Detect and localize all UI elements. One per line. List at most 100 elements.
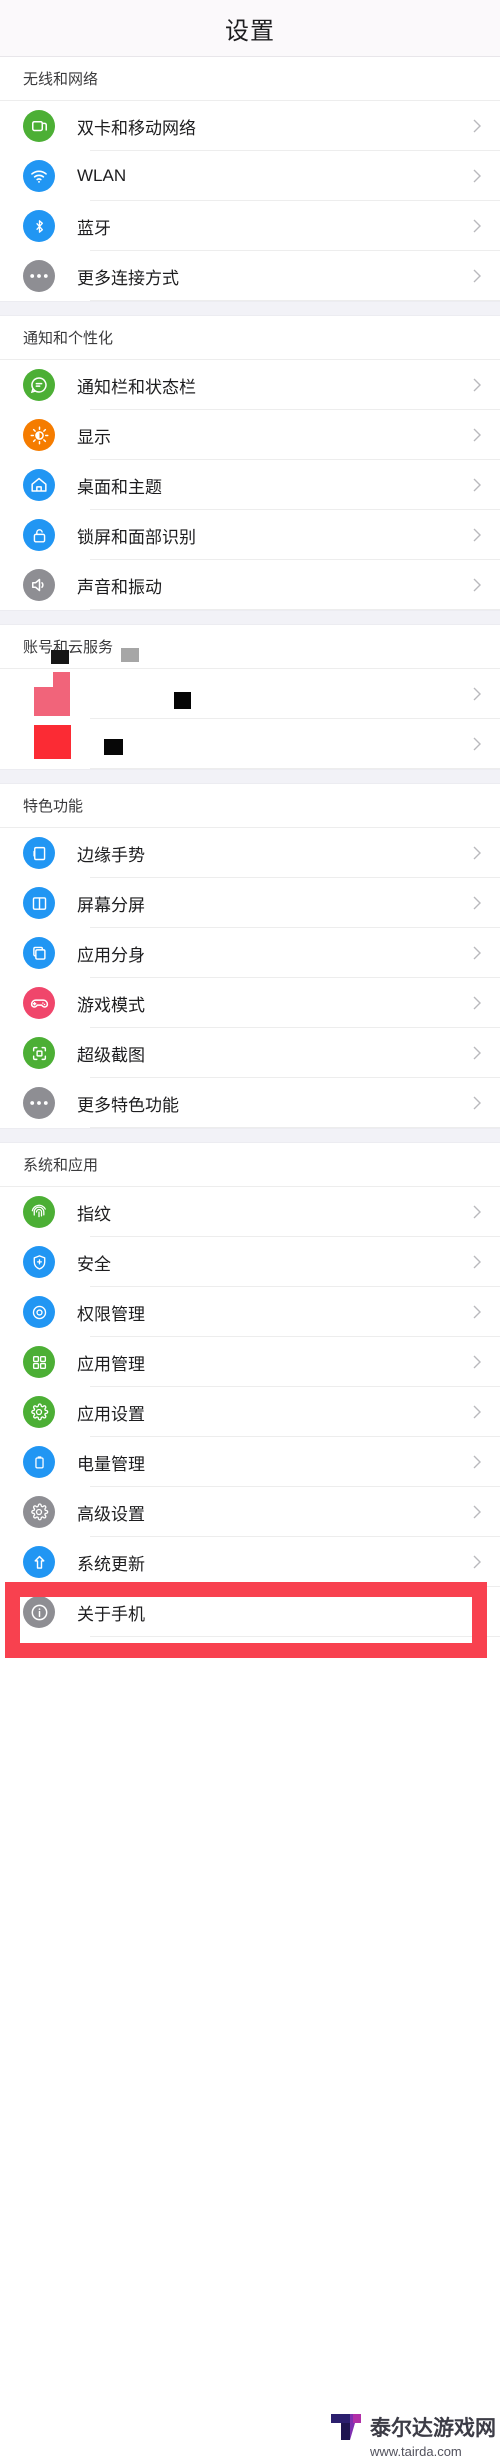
setting-row-more-connections[interactable]: 更多连接方式 [0,251,500,301]
setting-row-display[interactable]: 显示 [0,410,500,460]
setting-label: 更多连接方式 [77,268,179,288]
home-icon [23,469,55,501]
setting-row-corrupted-1[interactable] [0,669,500,719]
page-title: 设置 [225,17,275,45]
chevron-right-icon [472,1454,482,1470]
setting-row-app-management[interactable]: 应用管理 [0,1337,500,1387]
permission-icon [23,1296,55,1328]
chevron-right-icon [472,268,482,284]
chevron-right-icon [472,845,482,861]
corrupted-icon [23,728,55,760]
edge-gesture-icon [23,837,55,869]
setting-row-advanced-settings[interactable]: 高级设置 [0,1487,500,1537]
group-separator [0,301,500,316]
setting-row-bluetooth[interactable]: 蓝牙 [0,201,500,251]
fingerprint-icon [23,1196,55,1228]
gamepad-icon [23,987,55,1019]
group-title: 系统和应用 [23,1157,99,1174]
lock-icon [23,519,55,551]
setting-row-corrupted-2[interactable] [0,719,500,769]
setting-label: 双卡和移动网络 [77,118,196,138]
site-watermark: 泰尔达游戏网 www.tairda.com [329,2411,496,2459]
chevron-right-icon [472,527,482,543]
chevron-right-icon [472,1254,482,1270]
setting-row-more-features[interactable]: 更多特色功能 [0,1078,500,1128]
setting-row-system-update[interactable]: 系统更新 [0,1537,500,1587]
setting-label: 超级截图 [77,1045,145,1065]
setting-label: 屏幕分屏 [77,895,145,915]
setting-label: 显示 [77,427,111,447]
chevron-right-icon [472,945,482,961]
setting-row-dual-sim[interactable]: 双卡和移动网络 [0,101,500,151]
setting-label: 关于手机 [77,1604,145,1624]
brightness-icon [23,419,55,451]
setting-row-about-phone[interactable]: 关于手机 [0,1587,500,1637]
group-separator [0,769,500,784]
group-header-system-apps: 系统和应用 [0,1143,500,1187]
setting-label: 锁屏和面部识别 [77,527,196,547]
setting-row-lockscreen-face[interactable]: 锁屏和面部识别 [0,510,500,560]
battery-icon [23,1446,55,1478]
setting-label: 电量管理 [77,1454,145,1474]
app-clone-icon [23,937,55,969]
setting-label: 高级设置 [77,1504,145,1524]
setting-row-notification-bar[interactable]: 通知栏和状态栏 [0,360,500,410]
group-header-notifications: 通知和个性化 [0,316,500,360]
setting-row-app-settings[interactable]: 应用设置 [0,1387,500,1437]
chevron-right-icon [472,477,482,493]
chevron-right-icon [472,1554,482,1570]
group-header-features: 特色功能 [0,784,500,828]
chevron-right-icon [472,168,482,184]
chevron-right-icon [472,995,482,1011]
chevron-right-icon [472,1304,482,1320]
wifi-icon [23,160,55,192]
tairda-logo-icon [329,2411,363,2443]
setting-row-edge-gesture[interactable]: 边缘手势 [0,828,500,878]
glitch-artifact [0,719,500,769]
setting-row-home-theme[interactable]: 桌面和主题 [0,460,500,510]
chevron-right-icon [472,118,482,134]
setting-row-permissions[interactable]: 权限管理 [0,1287,500,1337]
glitch-artifact [0,669,500,719]
setting-label: 应用分身 [77,945,145,965]
setting-label: 游戏模式 [77,995,145,1015]
setting-label: 应用设置 [77,1404,145,1424]
split-screen-icon [23,887,55,919]
setting-row-super-screenshot[interactable]: 超级截图 [0,1028,500,1078]
speaker-icon [23,569,55,601]
chat-bubble-icon [23,369,55,401]
setting-label: 蓝牙 [77,218,111,238]
chevron-right-icon [472,1404,482,1420]
sim-card-icon [23,110,55,142]
setting-row-wlan[interactable]: WLAN [0,151,500,201]
chevron-right-icon [472,377,482,393]
chevron-right-icon [472,1354,482,1370]
setting-label: 桌面和主题 [77,477,162,497]
title-bar: 设置 [0,0,500,57]
chevron-right-icon [472,427,482,443]
setting-label: 应用管理 [77,1354,145,1374]
chevron-right-icon [472,577,482,593]
setting-row-battery[interactable]: 电量管理 [0,1437,500,1487]
chevron-right-icon [472,1095,482,1111]
setting-row-game-mode[interactable]: 游戏模式 [0,978,500,1028]
chevron-right-icon [472,736,482,752]
chevron-right-icon [472,895,482,911]
screenshot-icon [23,1037,55,1069]
setting-row-security[interactable]: 安全 [0,1237,500,1287]
gear-icon [23,1396,55,1428]
chevron-right-icon [472,1045,482,1061]
setting-row-app-clone[interactable]: 应用分身 [0,928,500,978]
group-title: 通知和个性化 [23,330,114,347]
setting-label: 安全 [77,1254,111,1274]
setting-row-sound-vibration[interactable]: 声音和振动 [0,560,500,610]
apps-grid-icon [23,1346,55,1378]
chevron-right-icon [472,686,482,702]
about-phone-highlight-wrap: 关于手机 [0,1582,500,1658]
watermark-name: 泰尔达游戏网 [370,2417,496,2440]
setting-row-fingerprint[interactable]: 指纹 [0,1187,500,1237]
more-dots-icon [23,1087,55,1119]
watermark-top: 泰尔达游戏网 [329,2411,496,2443]
group-header-account-cloud: 账号和云服务 [0,625,500,669]
setting-row-split-screen[interactable]: 屏幕分屏 [0,878,500,928]
